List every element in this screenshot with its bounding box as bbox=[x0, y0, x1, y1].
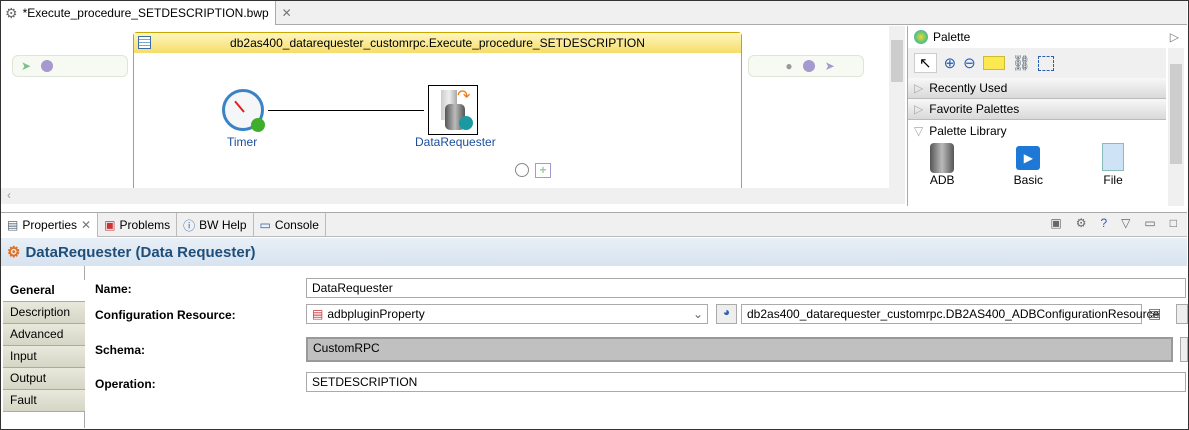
create-resource-button[interactable]: ◕ bbox=[716, 304, 737, 324]
maximize-icon[interactable]: □ bbox=[1170, 216, 1177, 230]
add-icon[interactable]: + bbox=[535, 163, 551, 178]
side-tab-advanced[interactable]: Advanced bbox=[3, 324, 85, 346]
arrow-icon: ➤ bbox=[824, 59, 835, 73]
operation-input[interactable]: SETDESCRIPTION bbox=[306, 372, 1186, 392]
close-icon[interactable]: ✕ bbox=[81, 218, 91, 232]
activity-label-timer: Timer bbox=[227, 135, 258, 149]
help-icon[interactable]: ? bbox=[1100, 216, 1107, 230]
database-icon bbox=[930, 143, 955, 173]
play-icon: ▶ bbox=[1016, 146, 1041, 170]
palette-item-adb[interactable]: ADB bbox=[930, 143, 955, 189]
side-tab-input[interactable]: Input bbox=[3, 346, 85, 368]
close-icon[interactable]: ✕ bbox=[282, 6, 292, 20]
palette-item-basic-activities[interactable]: ▶ Basic Activities bbox=[998, 143, 1058, 189]
chevron-down-icon: ▽ bbox=[914, 123, 924, 138]
end-endpoint[interactable]: ● ➤ bbox=[748, 55, 864, 77]
canvas-horizontal-scrollbar[interactable]: ‹ bbox=[1, 188, 905, 204]
palette-icon bbox=[914, 30, 928, 44]
palette-scrollbar[interactable] bbox=[1168, 48, 1184, 206]
drawer-recently-used[interactable]: ▷ Recently Used bbox=[908, 78, 1166, 99]
note-icon[interactable] bbox=[982, 56, 1005, 70]
browse-button[interactable] bbox=[1176, 304, 1188, 324]
tab-console[interactable]: ▭ Console bbox=[254, 213, 326, 237]
schema-field[interactable]: CustomRPC bbox=[306, 337, 1173, 362]
zoom-out-icon[interactable]: ⊖ bbox=[963, 54, 976, 72]
tab-properties[interactable]: ▤ Properties ✕ bbox=[1, 213, 99, 237]
zoom-in-icon[interactable]: ⊕ bbox=[944, 54, 957, 72]
datarequester-icon: ⚙ bbox=[7, 244, 21, 261]
resource-icon: ▤ bbox=[312, 307, 324, 321]
view-menu-icon[interactable]: ▽ bbox=[1121, 216, 1130, 230]
select-tool-icon[interactable]: ↖ bbox=[914, 53, 937, 73]
drawer-label: Recently Used bbox=[929, 81, 1008, 95]
properties-tab-bar: ▤ Properties ✕ ▣ Problems ⓘ BW Help ▭ Console… bbox=[1, 212, 1187, 237]
name-input[interactable]: DataRequester bbox=[306, 278, 1186, 298]
info-icon bbox=[802, 60, 815, 72]
globe-icon: ◕ bbox=[722, 305, 731, 319]
palette-item-label: ADB bbox=[929, 173, 955, 187]
name-label: Name: bbox=[95, 282, 132, 296]
palette-panel: Palette ▷ ↖ ⊕ ⊖ ⛓ ▷ Recently Used ▷ Favori… bbox=[907, 26, 1187, 206]
table-icon bbox=[138, 36, 151, 49]
palette-item-label: File bbox=[1103, 173, 1123, 187]
canvas-vertical-scrollbar[interactable] bbox=[889, 26, 905, 188]
transition-line[interactable] bbox=[268, 110, 424, 111]
config-resource-value: adbpluginProperty bbox=[327, 307, 425, 321]
open-resource-icon[interactable]: ▤ bbox=[1148, 305, 1161, 322]
properties-header: ⚙ DataRequester (Data Requester) bbox=[1, 238, 1187, 266]
drawer-favorite-palettes[interactable]: ▷ Favorite Palettes bbox=[908, 99, 1166, 120]
info-icon bbox=[41, 60, 54, 72]
palette-title: Palette bbox=[933, 30, 971, 44]
side-tabs: General Description Advanced Input Outpu… bbox=[3, 280, 85, 412]
schema-button[interactable] bbox=[1180, 337, 1188, 362]
user-icon: ● bbox=[785, 59, 793, 73]
process-header: db2as400_datarequester_customrpc.Execute… bbox=[134, 33, 741, 53]
console-icon: ▭ bbox=[259, 218, 271, 232]
config-resource-select[interactable]: ▤ adbpluginProperty ⌄ bbox=[306, 304, 708, 324]
pin-icon[interactable]: ▣ bbox=[1050, 216, 1061, 230]
datarequester-icon[interactable]: ↷ bbox=[428, 85, 478, 135]
side-tab-description[interactable]: Description bbox=[3, 302, 85, 324]
tab-label: Properties bbox=[22, 218, 78, 232]
properties-title: DataRequester (Data Requester) bbox=[25, 243, 256, 261]
link-tool-icon[interactable]: ⛓ bbox=[1012, 54, 1031, 72]
tab-label: BW Help bbox=[199, 218, 247, 232]
side-tab-output[interactable]: Output bbox=[3, 368, 85, 390]
schema-label: Schema: bbox=[95, 343, 146, 357]
collapse-palette-icon[interactable]: ▷ bbox=[1170, 30, 1179, 44]
link-icon[interactable] bbox=[515, 163, 529, 177]
chevron-right-icon: ▷ bbox=[914, 102, 924, 116]
start-endpoint[interactable]: ➤ bbox=[12, 55, 128, 77]
filter-icon[interactable]: ⚙ bbox=[1076, 216, 1087, 230]
editor-tab-title: *Execute_procedure_SETDESCRIPTION.bwp bbox=[22, 6, 269, 20]
drawer-palette-library[interactable]: ▽ Palette Library bbox=[908, 120, 1166, 141]
palette-item-file[interactable]: File bbox=[1102, 143, 1125, 189]
timer-icon[interactable] bbox=[222, 89, 265, 132]
marquee-icon[interactable] bbox=[1037, 55, 1054, 71]
editor-tab[interactable]: ⚙ *Execute_procedure_SETDESCRIPTION.bwp … bbox=[1, 1, 292, 25]
operation-label: Operation: bbox=[95, 377, 156, 391]
tab-label: Problems bbox=[119, 218, 171, 232]
config-resource-path[interactable]: db2as400_datarequester_customrpc.DB2AS40… bbox=[741, 304, 1159, 324]
side-tab-fault[interactable]: Fault bbox=[3, 390, 85, 412]
activity-label-datarequester: DataRequester bbox=[415, 135, 496, 149]
file-icon bbox=[1102, 143, 1125, 171]
gear-icon: ⚙ bbox=[5, 4, 18, 21]
tab-problems[interactable]: ▣ Problems bbox=[98, 213, 178, 237]
process-title: db2as400_datarequester_customrpc.Execute… bbox=[230, 36, 645, 50]
properties-icon: ▤ bbox=[7, 218, 19, 232]
tab-bw-help[interactable]: ⓘ BW Help bbox=[177, 213, 254, 237]
palette-item-label: Basic Activities bbox=[1005, 173, 1052, 189]
drawer-label: Palette Library bbox=[929, 123, 1007, 138]
arrow-icon: ➤ bbox=[21, 59, 32, 73]
chevron-down-icon: ⌄ bbox=[692, 307, 703, 321]
tab-label: Console bbox=[274, 218, 319, 232]
drawer-label: Favorite Palettes bbox=[929, 102, 1020, 116]
minimize-icon[interactable]: ▭ bbox=[1144, 216, 1155, 230]
chevron-right-icon: ▷ bbox=[914, 81, 924, 95]
side-tab-general[interactable]: General bbox=[3, 280, 85, 302]
help-icon: ⓘ bbox=[183, 218, 196, 233]
problems-icon: ▣ bbox=[104, 218, 116, 232]
config-resource-label: Configuration Resource: bbox=[95, 308, 236, 322]
